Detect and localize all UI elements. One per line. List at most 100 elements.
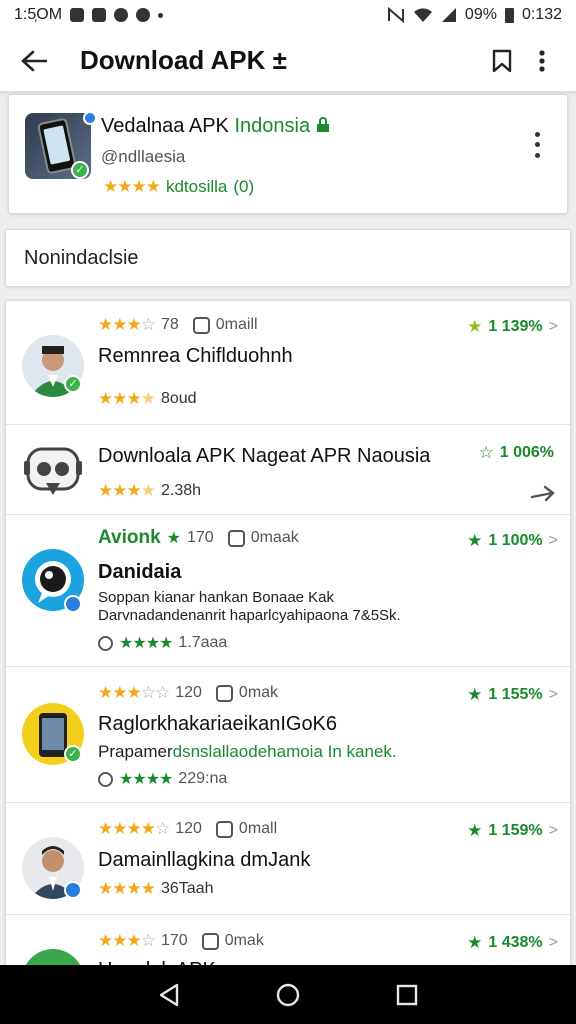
star-icon: ★	[467, 531, 483, 550]
meta-count: 170	[186, 529, 214, 546]
robot-icon	[24, 447, 82, 495]
box-icon	[201, 932, 219, 950]
nav-back-icon	[160, 983, 179, 1006]
status-left: 1:5᷊OM	[14, 6, 164, 24]
box-icon	[215, 820, 233, 838]
item-title: Downloala APK Nageat APR Naousia	[98, 445, 431, 467]
item-percent: ☆ 1 006%	[478, 443, 554, 463]
list-item[interactable]: ✓ ★★★☆ 78 0maill ★ 1 139% > Remnrea Chif…	[6, 301, 570, 425]
percent-value: 1 159%	[488, 822, 543, 839]
chevron-right-icon[interactable]: >	[549, 532, 558, 550]
featured-app-name: Vedalnaa APK Indonsia	[101, 115, 330, 138]
rating-text: 8oud	[160, 390, 197, 407]
chevron-right-icon[interactable]: >	[549, 318, 558, 336]
item-percent: ★ 1 159% >	[467, 821, 558, 841]
item-percent: ★ 1 139% >	[467, 317, 558, 337]
meta-count: 120	[175, 820, 202, 837]
nav-recents-icon	[396, 984, 417, 1005]
item-badge-icon: ✓	[64, 375, 82, 393]
ring-icon	[98, 771, 113, 787]
item-meta: Avionk ★ 170 0maak	[98, 527, 299, 549]
meta-count: 170	[160, 932, 188, 949]
status-bar: 1:5᷊OM 09% 0:132	[0, 0, 576, 30]
search-placeholder: Nonindaclsie	[24, 246, 139, 269]
search-field[interactable]: Nonindaclsie	[5, 229, 571, 287]
box-icon	[227, 529, 245, 547]
meta-stars: ★★★	[98, 315, 142, 334]
item-percent: ★ 1 438% >	[467, 933, 558, 953]
star-icon: ★	[467, 821, 483, 840]
item-badge-icon	[64, 595, 82, 613]
meta-count: 120	[175, 684, 202, 701]
battery-icon	[504, 7, 514, 23]
more-vert-icon	[539, 49, 545, 72]
nav-home-icon	[276, 983, 300, 1006]
status-time: 1:5᷊OM	[14, 6, 63, 23]
item-rating: ★★★★ 1.7aaa	[98, 633, 227, 653]
featured-rating-label: kdtosilla	[165, 177, 228, 196]
item-meta: ★★★★☆ 120 0mall	[98, 819, 277, 839]
featured-app-developer: @ndllaesia	[101, 147, 186, 166]
item-rating: ★★★★ 2.38h	[98, 481, 201, 501]
rating-text: 2.38h	[160, 482, 202, 499]
featured-app-name-highlight: Indonsia	[234, 115, 311, 137]
featured-app-card[interactable]: ✓ Vedalnaa APK Indonsia @ndllaesia ★★★★ …	[8, 94, 568, 214]
item-desc-line-1: Soppan kianar hankan Bonaae Kak	[98, 589, 335, 606]
bookmark-button[interactable]	[482, 41, 522, 81]
item-desc-line-1: Prapamerdsnslallaodehamoia In kanek.	[98, 743, 397, 761]
chevron-right-icon[interactable]: >	[549, 934, 558, 952]
back-button[interactable]	[14, 41, 54, 81]
photo-icon	[92, 8, 107, 22]
item-meta: ★★★☆ 78 0maill	[98, 315, 258, 335]
chevron-right-icon[interactable]: >	[549, 822, 558, 840]
list-item[interactable]: ✓ ★★★☆☆ 120 0mak ★ 1 155% > Raglorkhakar…	[6, 667, 570, 803]
list-item[interactable]: ★★★★☆ 120 0mall ★ 1 159% > Damainllagkin…	[6, 803, 570, 915]
overflow-menu-button[interactable]	[522, 41, 562, 81]
meta-stars-empty: ☆	[140, 315, 156, 334]
meta-label: 0mall	[238, 820, 278, 837]
nav-back-button[interactable]	[147, 973, 191, 1017]
rating-stars: ★★★★	[119, 771, 173, 788]
item-rating: ★★★★ 229:na	[98, 769, 227, 789]
rating-text: 1.7aaa	[178, 634, 228, 651]
nav-home-button[interactable]	[266, 973, 310, 1017]
meta-stars: ★★★★	[98, 819, 156, 838]
item-badge-icon: ✓	[64, 745, 82, 763]
battery-percent: 09%	[464, 6, 497, 23]
lock-icon	[316, 117, 329, 132]
percent-value: 1 006%	[499, 444, 554, 461]
meta-label: 0maak	[250, 529, 299, 546]
arrow-right-icon[interactable]	[530, 485, 556, 503]
item-meta: ★★★☆☆ 120 0mak	[98, 683, 278, 703]
meta-label: 0mak	[238, 684, 279, 701]
record-icon	[136, 8, 151, 22]
rating-stars: ★★★★	[119, 635, 173, 652]
featured-more-button[interactable]	[525, 129, 549, 161]
signal-icon	[441, 8, 456, 22]
percent-value: 1 139%	[488, 318, 543, 335]
item-meta: ★★★☆ 170 0mak	[98, 931, 264, 951]
box-icon	[192, 316, 210, 334]
nav-recents-button[interactable]	[385, 973, 429, 1017]
list-item[interactable]: Avionk ★ 170 0maak ★ 1 100% > Danidaia S…	[6, 515, 570, 667]
rating-stars-empty: ★	[140, 481, 156, 500]
rating-stars: ★★★★	[98, 879, 156, 898]
chevron-right-icon[interactable]: >	[549, 686, 558, 704]
list-item[interactable]: Downloala APK Nageat APR Naousia ☆ 1 006…	[6, 425, 570, 515]
item-title: Remnrea Chiflduohnh	[98, 345, 293, 367]
avatar	[22, 439, 84, 501]
status-clock: 0:132	[521, 6, 562, 23]
system-nav-bar	[0, 965, 576, 1024]
rating-stars: ★★★	[98, 481, 142, 500]
percent-value: 1 155%	[488, 686, 543, 703]
more-notifications-icon	[158, 12, 164, 18]
verified-badge-icon	[83, 111, 97, 125]
wifi-icon	[413, 8, 432, 22]
rating-text: 229:na	[178, 770, 228, 787]
star-outline-icon: ☆	[478, 443, 494, 462]
meta-star-icon: ★	[166, 530, 181, 547]
item-desc-black: Prapamer	[98, 742, 173, 761]
ring-icon	[98, 635, 113, 651]
percent-value: 1 438%	[488, 934, 543, 951]
item-title: RaglorkhakariaeikanIGoK6	[98, 713, 338, 735]
